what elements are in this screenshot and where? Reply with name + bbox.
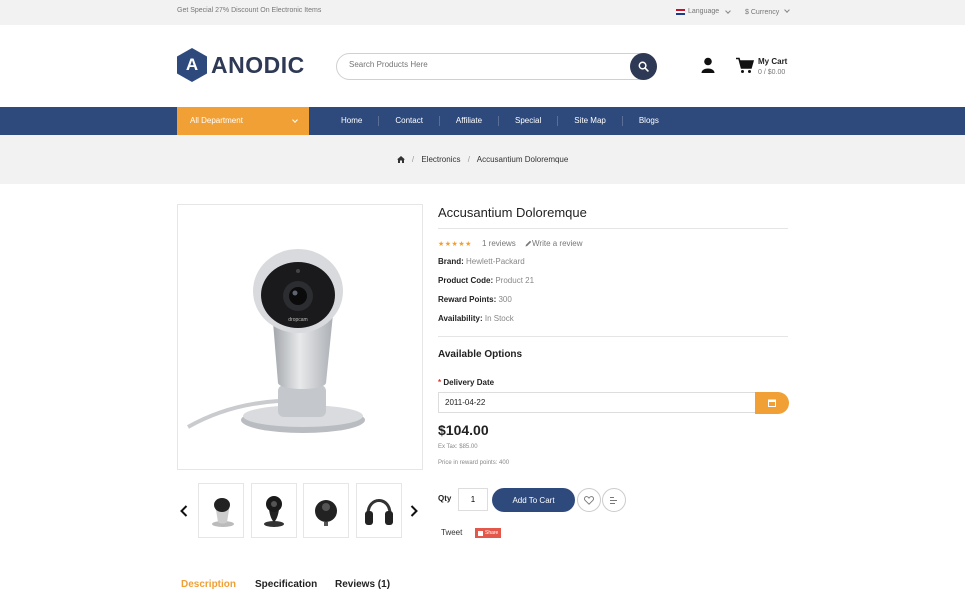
nav-item-site-map[interactable]: Site Map bbox=[558, 116, 623, 126]
write-review-label: Write a review bbox=[532, 239, 583, 248]
wishlist-button[interactable] bbox=[577, 488, 601, 512]
required-marker: * bbox=[438, 378, 442, 387]
compare-button[interactable] bbox=[602, 488, 626, 512]
language-label: Language bbox=[688, 8, 720, 15]
product-main-image[interactable]: dropcam bbox=[177, 204, 423, 470]
breadcrumb-electronics[interactable]: Electronics bbox=[421, 155, 460, 164]
nav-menu: Home Contact Affiliate Special Site Map … bbox=[325, 107, 675, 135]
department-label: All Department bbox=[190, 116, 243, 125]
quantity-label: Qty bbox=[438, 494, 452, 503]
product-code-value: Product 21 bbox=[495, 276, 535, 285]
pencil-icon bbox=[525, 240, 532, 246]
availability-row: Availability: In Stock bbox=[438, 314, 514, 323]
breadcrumb-separator: / bbox=[411, 155, 415, 164]
delivery-date-label: * Delivery Date bbox=[438, 378, 494, 387]
cart-title: My Cart bbox=[758, 57, 788, 66]
ex-tax-price: Ex Tax: $85.00 bbox=[438, 444, 478, 450]
chevron-down-icon bbox=[725, 7, 731, 14]
brand-row: Brand: Hewlett-Packard bbox=[438, 257, 525, 266]
quantity-input[interactable] bbox=[458, 488, 488, 511]
user-icon[interactable] bbox=[700, 57, 716, 73]
nav-item-special[interactable]: Special bbox=[499, 116, 559, 126]
heart-icon bbox=[584, 495, 594, 505]
brand-value[interactable]: Hewlett-Packard bbox=[466, 257, 525, 266]
reward-points-row: Reward Points: 300 bbox=[438, 295, 512, 304]
all-department-dropdown[interactable]: All Department bbox=[177, 107, 309, 135]
chevron-down-icon bbox=[292, 117, 298, 123]
tweet-button[interactable]: Tweet bbox=[441, 528, 462, 537]
thumbnail-camera-image bbox=[315, 500, 337, 526]
product-title: Accusantium Doloremque bbox=[438, 205, 587, 220]
delivery-date-text: Delivery Date bbox=[443, 378, 495, 387]
logo-text: ANODIC bbox=[211, 51, 305, 78]
add-to-cart-button[interactable]: Add To Cart bbox=[492, 488, 575, 512]
brand-label: Brand: bbox=[438, 257, 464, 266]
reward-points-label: Reward Points: bbox=[438, 295, 497, 304]
tab-description[interactable]: Description bbox=[181, 579, 236, 590]
thumbnail-3[interactable] bbox=[303, 483, 349, 538]
divider bbox=[438, 336, 788, 337]
tab-reviews[interactable]: Reviews (1) bbox=[335, 579, 390, 590]
home-icon[interactable] bbox=[396, 155, 405, 163]
breadcrumb: / Electronics / Accusantium Doloremque bbox=[0, 155, 965, 164]
thumbnail-1[interactable] bbox=[198, 483, 244, 538]
calendar-icon bbox=[768, 399, 776, 407]
availability-value: In Stock bbox=[484, 314, 514, 323]
thumbnail-camera-image bbox=[264, 496, 284, 527]
product-price: $104.00 bbox=[438, 422, 489, 438]
flag-icon bbox=[676, 8, 685, 15]
delivery-date-input[interactable] bbox=[438, 392, 758, 413]
write-review-link[interactable]: Write a review bbox=[525, 239, 583, 248]
nav-item-blogs[interactable]: Blogs bbox=[623, 116, 675, 126]
availability-label: Availability: bbox=[438, 314, 483, 323]
tab-specification[interactable]: Specification bbox=[255, 579, 317, 590]
reward-points-price: Price in reward points: 400 bbox=[438, 460, 510, 466]
reviews-link[interactable]: 1 reviews bbox=[482, 239, 516, 248]
rating-stars: ★★★★★ bbox=[438, 241, 472, 248]
thumbnail-prev-arrow[interactable] bbox=[180, 505, 188, 517]
breadcrumb-band: / Electronics / Accusantium Doloremque bbox=[0, 135, 965, 184]
thumbnail-4[interactable] bbox=[356, 483, 402, 538]
cart-total: 0 / $0.00 bbox=[758, 69, 786, 76]
product-code-row: Product Code: Product 21 bbox=[438, 276, 534, 285]
language-selector[interactable]: Language bbox=[676, 7, 731, 15]
breadcrumb-current: Accusantium Doloremque bbox=[476, 155, 569, 164]
logo[interactable]: ANODIC bbox=[177, 48, 305, 82]
available-options-heading: Available Options bbox=[438, 349, 523, 360]
calendar-button[interactable] bbox=[755, 392, 789, 414]
currency-selector[interactable]: $ Currency bbox=[745, 7, 791, 16]
thumbnail-headphones-image bbox=[365, 499, 393, 525]
main-nav: All Department Home Contact Affiliate Sp… bbox=[0, 107, 965, 135]
top-bar: Get Special 27% Discount On Electronic I… bbox=[0, 0, 965, 25]
thumbnail-camera-image bbox=[212, 498, 234, 527]
thumbnail-2[interactable] bbox=[251, 483, 297, 538]
reward-points-value: 300 bbox=[498, 295, 512, 304]
nav-item-affiliate[interactable]: Affiliate bbox=[440, 116, 500, 126]
nav-item-home[interactable]: Home bbox=[325, 116, 380, 126]
logo-mark-icon bbox=[177, 48, 207, 82]
cart-icon[interactable] bbox=[736, 57, 754, 74]
thumbnail-next-arrow[interactable] bbox=[410, 505, 418, 517]
breadcrumb-separator: / bbox=[467, 155, 470, 164]
search-icon bbox=[638, 61, 649, 72]
security-camera-image: dropcam bbox=[187, 249, 365, 433]
search-bar bbox=[336, 53, 657, 80]
compare-icon bbox=[610, 496, 617, 504]
product-code-label: Product Code: bbox=[438, 276, 494, 285]
share-label: Share bbox=[485, 530, 499, 536]
share-icon bbox=[478, 530, 483, 536]
currency-label: $ Currency bbox=[745, 9, 780, 16]
divider bbox=[438, 228, 788, 229]
search-button[interactable] bbox=[630, 53, 657, 80]
chevron-down-icon bbox=[784, 7, 791, 13]
nav-item-contact[interactable]: Contact bbox=[379, 116, 440, 126]
search-input[interactable] bbox=[349, 60, 619, 69]
promo-text: Get Special 27% Discount On Electronic I… bbox=[177, 7, 322, 14]
share-button[interactable]: Share bbox=[475, 528, 502, 538]
cart-summary[interactable]: My Cart 0 / $0.00 bbox=[758, 56, 787, 78]
camera-brand-text: dropcam bbox=[288, 317, 307, 323]
